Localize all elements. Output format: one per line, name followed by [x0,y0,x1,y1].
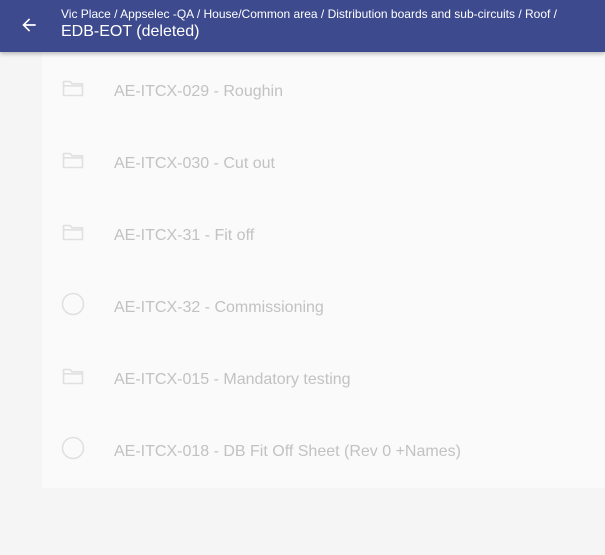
folder-icon [61,220,85,244]
app-bar: Vic Place / Appselec -QA / House/Common … [0,0,605,52]
back-button[interactable] [10,6,48,44]
list-item[interactable]: AE-ITCX-029 - Roughin [42,52,605,124]
folder-icon [61,76,85,100]
list-item-label: AE-ITCX-030 - Cut out [114,155,275,172]
list-item[interactable]: AE-ITCX-018 - DB Fit Off Sheet (Rev 0 +N… [42,412,605,484]
list-item-label: AE-ITCX-015 - Mandatory testing [114,371,351,388]
circle-icon [61,292,85,316]
list-item-label: AE-ITCX-029 - Roughin [114,83,283,100]
list-item[interactable]: AE-ITCX-015 - Mandatory testing [42,340,605,412]
folder-icon [61,364,85,388]
list-item-label: AE-ITCX-32 - Commissioning [114,299,324,316]
arrow-left-icon [19,15,39,35]
list-item[interactable]: AE-ITCX-030 - Cut out [42,124,605,196]
list-item[interactable]: AE-ITCX-32 - Commissioning [42,268,605,340]
list-item-label: AE-ITCX-31 - Fit off [114,227,255,244]
breadcrumb[interactable]: Vic Place / Appselec -QA / House/Common … [61,7,557,21]
list-item[interactable]: AE-ITCX-31 - Fit off [42,196,605,268]
checklist-list: AE-ITCX-029 - Roughin AE-ITCX-030 - Cut … [42,52,605,488]
list-item-label: AE-ITCX-018 - DB Fit Off Sheet (Rev 0 +N… [114,443,461,460]
page-title: EDB-EOT (deleted) [61,23,200,40]
folder-icon [61,148,85,172]
circle-icon [61,436,85,460]
